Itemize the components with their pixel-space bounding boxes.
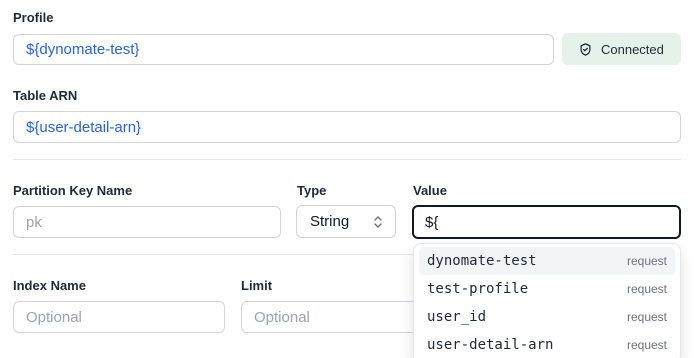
section-divider bbox=[13, 159, 681, 160]
connection-status-badge: Connected bbox=[562, 33, 681, 65]
autocomplete-option[interactable]: user-detail-arn request bbox=[419, 331, 675, 358]
type-label: Type bbox=[297, 183, 327, 198]
table-arn-value: ${user-detail-arn} bbox=[26, 118, 142, 136]
option-kind: request bbox=[626, 282, 667, 296]
index-name-input[interactable]: Optional bbox=[13, 301, 225, 333]
index-name-label: Index Name bbox=[13, 278, 86, 293]
option-kind: request bbox=[626, 254, 667, 268]
chevron-up-down-icon bbox=[374, 215, 382, 228]
connection-status-text: Connected bbox=[601, 41, 664, 57]
shield-check-icon bbox=[580, 42, 591, 56]
option-name: dynomate-test bbox=[427, 253, 537, 269]
value-input[interactable]: ${ bbox=[412, 205, 681, 239]
autocomplete-dropdown: dynomate-test request test-profile reque… bbox=[413, 243, 681, 358]
partition-key-name-placeholder: pk bbox=[26, 213, 42, 231]
value-input-text: ${ bbox=[425, 213, 439, 231]
autocomplete-option[interactable]: test-profile request bbox=[419, 275, 675, 303]
type-select[interactable]: String bbox=[296, 205, 396, 238]
table-arn-label: Table ARN bbox=[13, 88, 78, 103]
autocomplete-option[interactable]: dynomate-test request bbox=[419, 247, 675, 275]
profile-label: Profile bbox=[13, 10, 54, 25]
value-label: Value bbox=[413, 183, 447, 198]
option-name: user-detail-arn bbox=[427, 337, 554, 353]
autocomplete-option[interactable]: user_id request bbox=[419, 303, 675, 331]
limit-input[interactable]: Optional bbox=[241, 301, 421, 333]
profile-value: ${dynomate-test} bbox=[26, 41, 140, 58]
option-kind: request bbox=[626, 310, 667, 324]
partition-key-name-label: Partition Key Name bbox=[13, 183, 133, 198]
option-name: user_id bbox=[427, 309, 487, 325]
partition-key-name-input[interactable]: pk bbox=[13, 206, 281, 238]
table-arn-input[interactable]: ${user-detail-arn} bbox=[13, 111, 681, 143]
option-name: test-profile bbox=[427, 281, 529, 297]
index-name-placeholder: Optional bbox=[26, 308, 82, 326]
profile-input[interactable]: ${dynomate-test} bbox=[13, 34, 554, 65]
limit-placeholder: Optional bbox=[254, 308, 310, 326]
section-divider-2 bbox=[13, 254, 413, 255]
limit-label: Limit bbox=[241, 278, 273, 293]
type-select-value: String bbox=[310, 213, 350, 230]
option-kind: request bbox=[626, 338, 667, 352]
